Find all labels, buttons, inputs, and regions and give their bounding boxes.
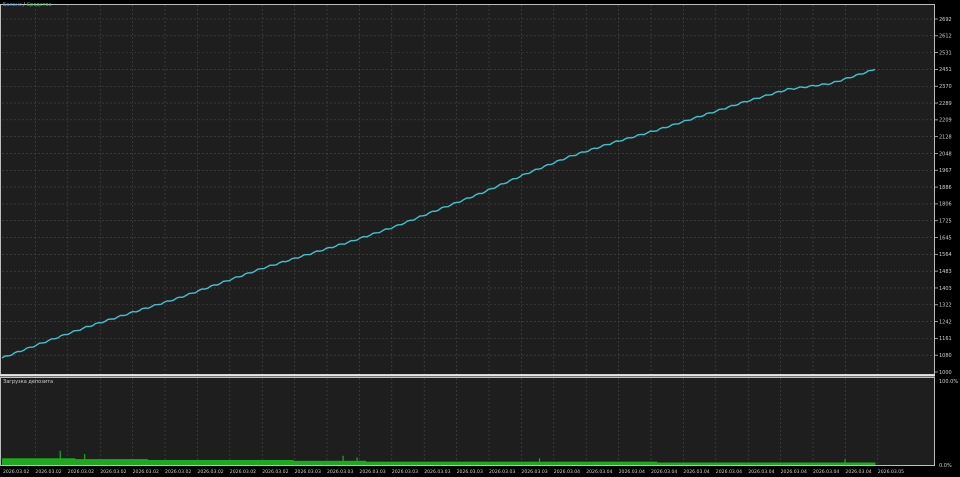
x-tick-label: 2026.03.02	[35, 469, 61, 475]
legend-separator: /	[23, 2, 26, 8]
terminal-chart: 2692 2612 2531 2451 2370 2289 2209 2128 2048 1967…	[0, 4, 958, 475]
deposit-bar	[2, 458, 76, 465]
x-tick-label: 2026.03.03	[392, 469, 418, 475]
y-tick-label: 1242	[939, 319, 952, 325]
x-tick-label: 2026.03.04	[586, 469, 612, 475]
x-tick-label: 2026.03.02	[262, 469, 288, 475]
deposit-spike	[538, 458, 541, 465]
deposit-bar	[656, 462, 730, 465]
y-tick-label: 2289	[939, 101, 952, 107]
y-tick-label: 1886	[939, 185, 952, 191]
y-tick-label: 2128	[939, 134, 952, 140]
x-tick-label: 2026.03.04	[554, 469, 580, 475]
deposit-axis: 100.0% 0.0%	[939, 379, 958, 469]
y-tick-label: 1000	[939, 370, 952, 376]
y-tick-label: 2612	[939, 34, 952, 40]
x-tick-label: 2026.03.03	[457, 469, 483, 475]
x-tick-label: 2026.03.03	[424, 469, 450, 475]
x-tick-label: 2026.03.02	[100, 469, 126, 475]
deposit-bar	[802, 462, 876, 465]
y-tick-label: 2692	[939, 17, 952, 23]
x-tick-label: 2026.03.05	[878, 469, 904, 475]
deposit-bar	[584, 461, 658, 465]
deposit-bar	[438, 461, 512, 465]
deposit-spike	[342, 455, 344, 465]
y-tick-label: 1483	[939, 269, 952, 275]
x-tick-label: 2026.03.04	[813, 469, 839, 475]
deposit-bar	[293, 460, 367, 465]
x-tick-label: 2026.03.03	[521, 469, 547, 475]
y-tick-label: 1403	[939, 286, 952, 292]
y-tick-label: 1322	[939, 303, 952, 309]
deposit-load-title: Загрузка депозита	[3, 379, 54, 385]
x-tick-label: 2026.03.04	[683, 469, 709, 475]
x-tick-label: 2026.03.02	[3, 469, 29, 475]
deposit-bar	[74, 459, 148, 465]
x-tick-label: 2026.03.03	[295, 469, 321, 475]
x-tick-label: 2026.03.04	[781, 469, 807, 475]
y-tick-label: 1080	[939, 353, 952, 359]
y-tick-label: 2531	[939, 50, 952, 56]
y-tick-label: 2370	[939, 84, 952, 90]
x-tick-label: 2026.03.02	[230, 469, 256, 475]
deposit-spike	[356, 457, 358, 465]
x-tick-label: 2026.03.03	[489, 469, 515, 475]
deposit-bar	[511, 461, 585, 465]
deposit-tick-label: 0.0%	[939, 463, 952, 469]
deposit-tick-label: 100.0%	[939, 379, 958, 385]
x-tick-label: 2026.03.03	[359, 469, 385, 475]
legend-balance: Баланс	[3, 2, 22, 8]
x-tick-label: 2026.03.02	[68, 469, 94, 475]
x-tick-label: 2026.03.04	[845, 469, 871, 475]
deposit-bar	[729, 462, 803, 465]
x-tick-label: 2026.03.04	[619, 469, 645, 475]
deposit-chart-background	[0, 377, 935, 466]
x-tick-label: 2026.03.04	[651, 469, 677, 475]
x-tick-label: 2026.03.03	[327, 469, 353, 475]
y-tick-label: 2048	[939, 151, 952, 157]
y-tick-label: 1161	[939, 336, 952, 342]
legend-equity: Средства	[26, 2, 52, 8]
deposit-spike	[84, 454, 86, 465]
x-tick-label: 2026.03.02	[165, 469, 191, 475]
deposit-bar	[365, 461, 439, 465]
y-tick-label: 1564	[939, 252, 952, 258]
x-tick-label: 2026.03.02	[197, 469, 223, 475]
time-axis: 2026.03.02 2026.03.02 2026.03.02 2026.03.02…	[3, 469, 904, 475]
x-tick-label: 2026.03.04	[716, 469, 742, 475]
price-axis: 2692 2612 2531 2451 2370 2289 2209 2128 2048 1967…	[935, 17, 952, 376]
chart-legend: Баланс / Средства	[3, 2, 52, 8]
main-chart-background	[0, 4, 935, 374]
deposit-spike	[844, 459, 846, 465]
y-tick-label: 2451	[939, 67, 952, 73]
y-tick-label: 1806	[939, 202, 952, 208]
deposit-bar	[147, 459, 221, 465]
deposit-spike	[59, 450, 61, 465]
y-tick-label: 2209	[939, 118, 952, 124]
x-tick-label: 2026.03.04	[748, 469, 774, 475]
y-tick-label: 1645	[939, 235, 952, 241]
deposit-bar	[220, 459, 294, 465]
y-tick-label: 1967	[939, 168, 952, 174]
x-tick-label: 2026.03.02	[133, 469, 159, 475]
y-tick-label: 1725	[939, 219, 952, 225]
